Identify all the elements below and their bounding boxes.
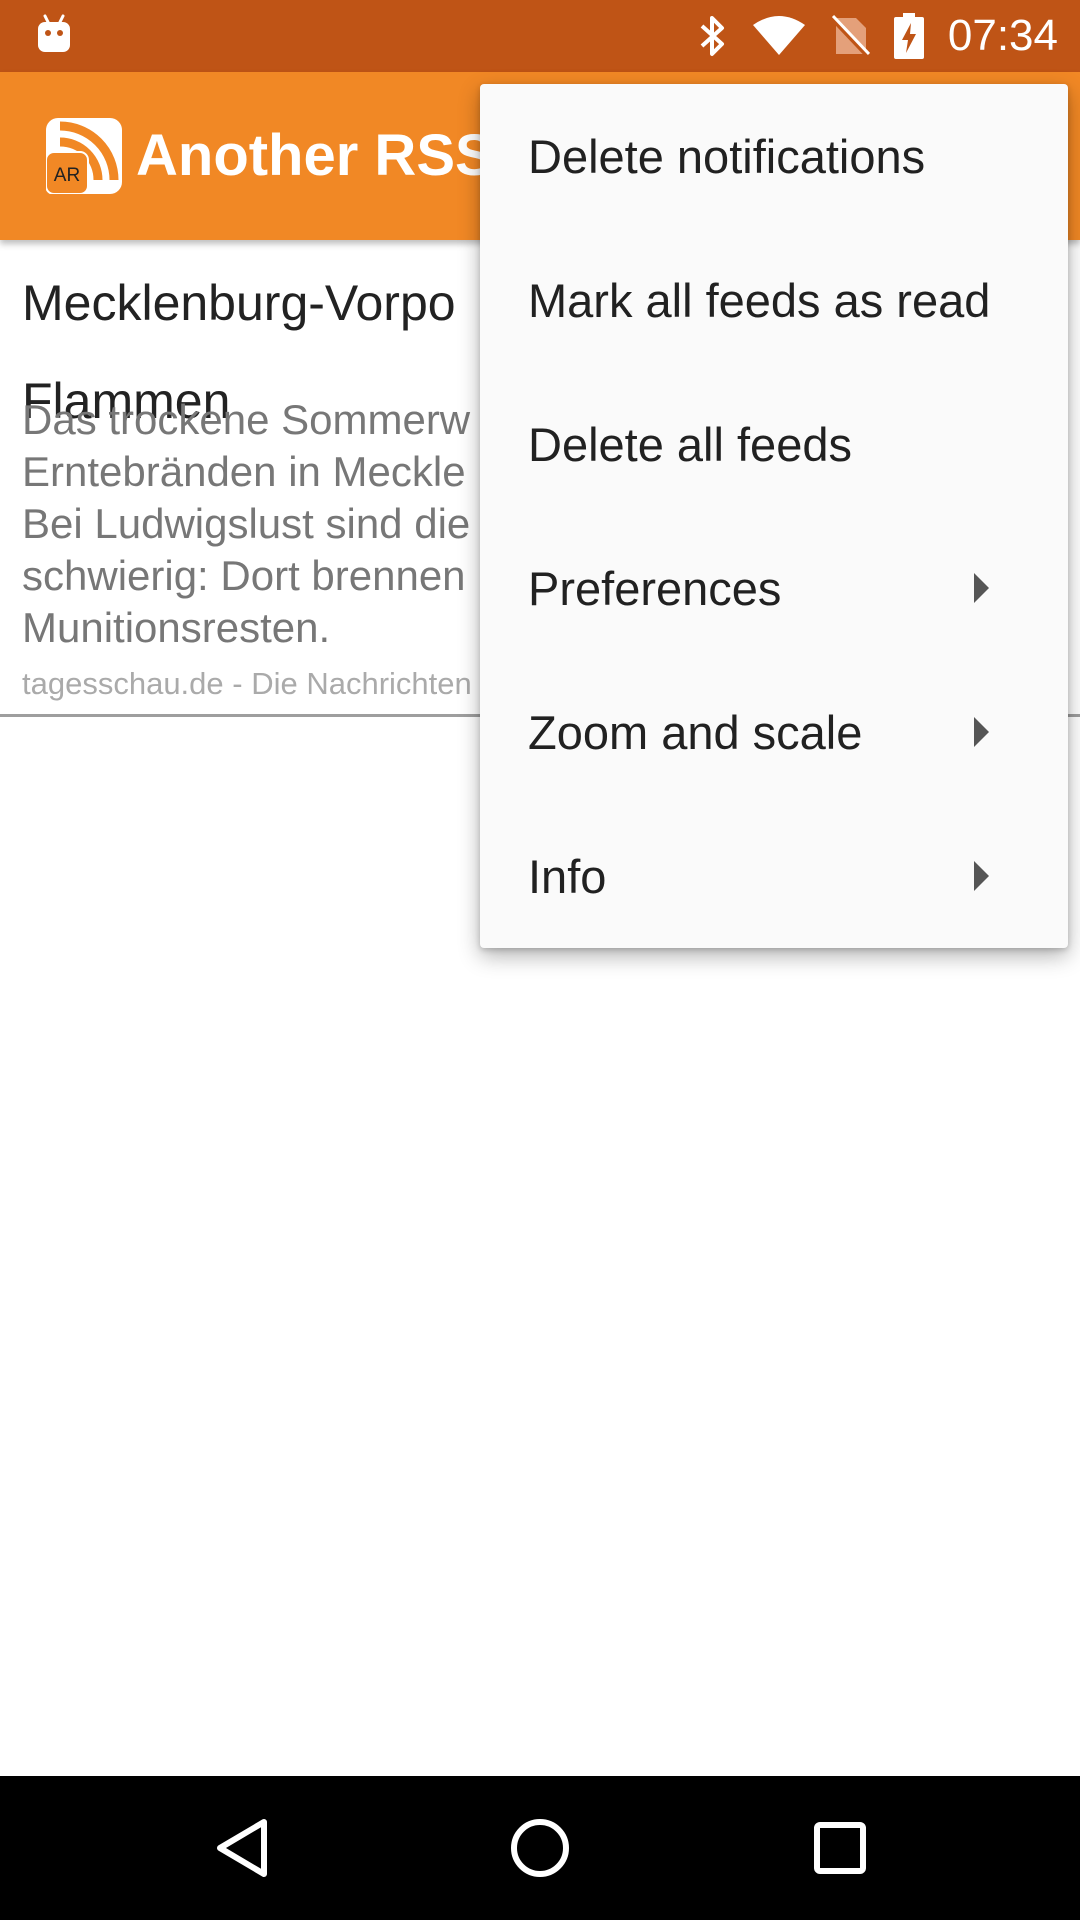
status-icons: 07:34: [698, 0, 1058, 72]
menu-item-info[interactable]: Info: [480, 804, 1068, 948]
menu-item-delete-notifications[interactable]: Delete notifications: [480, 84, 1068, 228]
back-button[interactable]: [162, 1776, 322, 1920]
menu-item-label: Zoom and scale: [528, 705, 863, 759]
submenu-arrow-icon: [974, 861, 989, 891]
menu-item-label: Delete notifications: [528, 129, 926, 183]
overflow-menu: Delete notifications Mark all feeds as r…: [480, 84, 1068, 948]
app-title: Another RSS: [136, 123, 494, 188]
feed-source: tagesschau.de - Die Nachrichten: [22, 666, 472, 701]
home-icon: [511, 1819, 569, 1877]
recents-icon: [814, 1822, 866, 1874]
navigation-bar: [0, 1776, 1080, 1920]
submenu-arrow-icon: [974, 573, 989, 603]
home-button[interactable]: [460, 1776, 620, 1920]
app-logo-icon: AR: [46, 118, 122, 194]
recents-button[interactable]: [760, 1776, 920, 1920]
menu-item-label: Mark all feeds as read: [528, 273, 991, 327]
bluetooth-icon: [700, 16, 724, 56]
menu-item-preferences[interactable]: Preferences: [480, 516, 1068, 660]
no-sim-icon: [830, 14, 870, 58]
wifi-icon: [752, 16, 805, 55]
status-bar: 07:34: [0, 0, 1080, 72]
app-logo-text: AR: [54, 165, 80, 186]
menu-item-label: Delete all feeds: [528, 417, 852, 471]
menu-item-zoom-and-scale[interactable]: Zoom and scale: [480, 660, 1068, 804]
menu-item-delete-all-feeds[interactable]: Delete all feeds: [480, 372, 1068, 516]
android-notification-icon: [38, 14, 70, 52]
menu-item-mark-all-read[interactable]: Mark all feeds as read: [480, 228, 1068, 372]
battery-charging-icon: [893, 13, 924, 59]
submenu-arrow-icon: [974, 717, 989, 747]
menu-item-label: Info: [528, 849, 607, 903]
screen: 07:34 AR Another RSS Mecklenburg-Vorpo F…: [0, 0, 1080, 1920]
status-time: 07:34: [947, 11, 1058, 60]
menu-item-label: Preferences: [528, 561, 782, 615]
back-icon: [217, 1819, 267, 1877]
